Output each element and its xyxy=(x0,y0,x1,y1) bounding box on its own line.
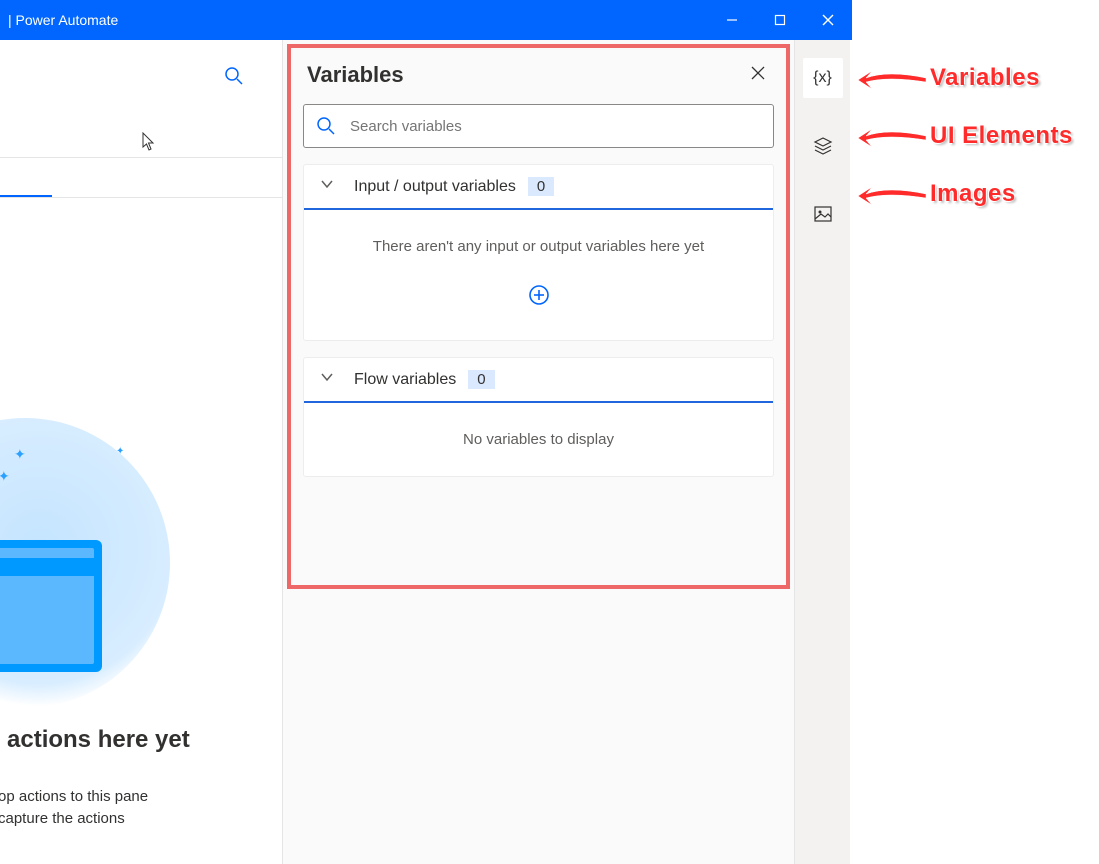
annotation-label: Images xyxy=(930,180,1016,208)
left-content: ✦ ✦ ✦ actions here yet op actions to thi… xyxy=(0,40,282,864)
maximize-button[interactable] xyxy=(756,0,804,40)
count-badge: 0 xyxy=(468,370,494,389)
right-rail: {x} xyxy=(794,40,850,864)
section-header[interactable]: Input / output variables 0 xyxy=(304,165,773,210)
empty-subtitle: capture the actions xyxy=(0,810,125,827)
panel-highlight: Variables Input / output variables 0 xyxy=(287,44,790,589)
chevron-down-icon[interactable] xyxy=(320,177,334,196)
add-variable-button[interactable] xyxy=(527,283,551,307)
variables-panel: Variables Input / output variables 0 xyxy=(282,40,794,864)
window-controls xyxy=(708,0,852,40)
annotation-label: UI Elements xyxy=(930,122,1073,150)
panel-title: Variables xyxy=(307,62,404,88)
image-icon xyxy=(813,204,833,224)
search-box[interactable] xyxy=(303,104,774,148)
annotation-arrow xyxy=(858,182,926,215)
variables-rail-button[interactable]: {x} xyxy=(803,58,843,98)
empty-title: actions here yet xyxy=(7,726,190,754)
divider xyxy=(0,197,282,198)
close-icon[interactable] xyxy=(750,65,766,86)
images-rail-button[interactable] xyxy=(803,194,843,234)
sparkle-icon: ✦ xyxy=(116,446,124,457)
search-icon xyxy=(316,116,336,136)
minimize-button[interactable] xyxy=(708,0,756,40)
section-title: Input / output variables xyxy=(354,178,516,196)
titlebar-title: | Power Automate xyxy=(8,12,118,28)
sparkle-icon: ✦ xyxy=(14,446,26,463)
io-variables-section: Input / output variables 0 There aren't … xyxy=(303,164,774,341)
annotation-label: Variables xyxy=(930,64,1040,92)
divider xyxy=(0,157,282,158)
section-title: Flow variables xyxy=(354,371,456,389)
variables-icon: {x} xyxy=(813,69,832,87)
close-button[interactable] xyxy=(804,0,852,40)
ui-elements-rail-button[interactable] xyxy=(803,126,843,166)
section-header[interactable]: Flow variables 0 xyxy=(304,358,773,403)
layers-icon xyxy=(813,136,833,156)
cursor-icon xyxy=(142,132,158,157)
annotation-arrow xyxy=(858,66,926,99)
search-input[interactable] xyxy=(350,118,761,135)
annotation-arrow xyxy=(858,124,926,157)
titlebar: | Power Automate xyxy=(0,0,852,40)
flow-variables-section: Flow variables 0 No variables to display xyxy=(303,357,774,477)
search-icon[interactable] xyxy=(224,66,244,91)
empty-subtitle: op actions to this pane xyxy=(0,788,148,805)
sparkle-icon: ✦ xyxy=(0,468,10,485)
count-badge: 0 xyxy=(528,177,554,196)
laptop-illustration xyxy=(0,540,102,672)
empty-message: There aren't any input or output variabl… xyxy=(316,238,761,255)
empty-message: No variables to display xyxy=(316,431,761,448)
chevron-down-icon[interactable] xyxy=(320,370,334,389)
